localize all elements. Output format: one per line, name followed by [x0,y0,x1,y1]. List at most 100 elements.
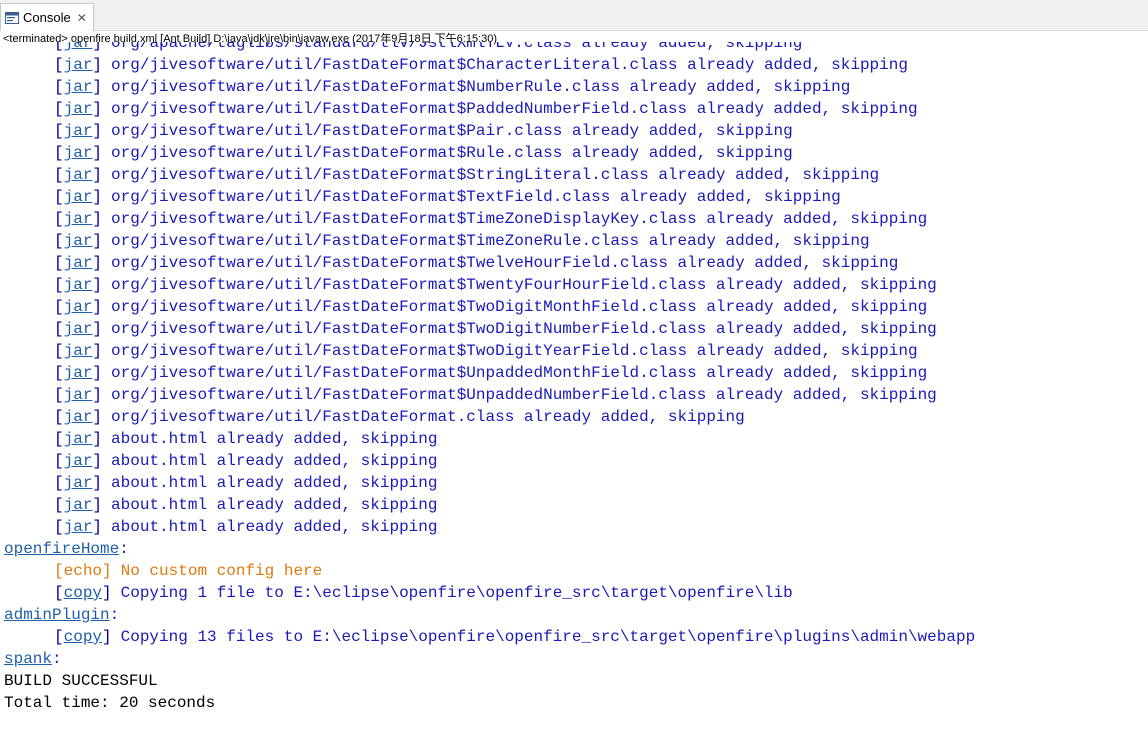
task-tag-link[interactable]: jar [64,210,93,228]
task-tag-link[interactable]: jar [64,496,93,514]
tab-console-label: Console [23,10,71,25]
task-message: about.html already added, skipping [111,452,438,470]
bracket-close: ] [92,78,103,96]
bracket-close: ] [92,42,103,52]
task-message: org/jivesoftware/util/FastDateFormat$Tim… [111,232,870,250]
bracket-open: [ [54,386,64,404]
bracket-open: [ [54,342,64,360]
bracket-open: [ [54,188,64,206]
task-message: org/jivesoftware/util/FastDateFormat$Twe… [111,254,899,272]
target-link[interactable]: spank [4,650,52,668]
bracket-close: ] [102,628,112,646]
console-line: adminPlugin: [0,604,1148,626]
console-line: [jar] about.html already added, skipping [0,450,1148,472]
task-tag-link[interactable]: jar [64,298,93,316]
target-link[interactable]: openfireHome [4,540,119,558]
bracket-close: ] [102,562,112,580]
bracket-close: ] [92,518,103,536]
console-icon [5,11,19,24]
task-tag-link[interactable]: jar [64,42,93,52]
task-tag-link[interactable]: copy [64,628,102,646]
task-tag-link[interactable]: jar [64,452,93,470]
task-tag-link[interactable]: jar [64,166,93,184]
bracket-close: ] [92,298,103,316]
target-link[interactable]: adminPlugin [4,606,110,624]
task-tag-link[interactable]: jar [64,364,93,382]
task-tag-link[interactable]: jar [64,276,93,294]
task-tag-link[interactable]: copy [64,584,102,602]
console-line: [jar] about.html already added, skipping [0,516,1148,538]
task-tag-link[interactable]: jar [64,386,93,404]
console-line: [jar] org/jivesoftware/util/FastDateForma… [0,208,1148,230]
task-message: org/jivesoftware/util/FastDateFormat$Twe… [111,276,937,294]
bracket-close: ] [92,188,103,206]
bracket-open: [ [54,518,64,536]
task-message: about.html already added, skipping [111,474,438,492]
bracket-close: ] [92,254,103,272]
task-tag-link[interactable]: jar [64,144,93,162]
task-message: org/apache/taglibs/standard/tlv/JstlXmlT… [111,42,803,52]
bracket-close: ] [92,144,103,162]
console-line: [jar] org/jivesoftware/util/FastDateForma… [0,274,1148,296]
console-line: [jar] org/jivesoftware/util/FastDateForma… [0,252,1148,274]
task-message: org/jivesoftware/util/FastDateFormat$Pad… [111,100,918,118]
bracket-open: [ [54,254,64,272]
bracket-close: ] [92,320,103,338]
console-line: Total time: 20 seconds [0,692,1148,714]
bracket-open: [ [54,78,64,96]
bracket-close: ] [92,452,103,470]
task-message: org/jivesoftware/util/FastDateFormat$Two… [111,320,937,338]
console-line: [echo] No custom config here [0,560,1148,582]
close-icon[interactable]: ✕ [77,11,87,25]
task-tag-link[interactable]: jar [64,122,93,140]
bracket-close: ] [92,122,103,140]
console-line: [jar] org/jivesoftware/util/FastDateForma… [0,296,1148,318]
bracket-open: [ [54,496,64,514]
task-tag-link[interactable]: jar [64,342,93,360]
task-message: about.html already added, skipping [111,496,438,514]
target-colon: : [109,606,120,624]
console-line: [jar] org/jivesoftware/util/FastDateForma… [0,76,1148,98]
console-line: BUILD SUCCESSFUL [0,670,1148,692]
build-result-text: BUILD SUCCESSFUL [4,672,158,690]
tab-console[interactable]: Console ✕ [0,3,94,31]
bracket-close: ] [92,56,103,74]
console-line: [copy] Copying 1 file to E:\eclipse\openf… [0,582,1148,604]
task-tag-link[interactable]: jar [64,518,93,536]
bracket-close: ] [92,408,103,426]
task-tag-link[interactable]: jar [64,188,93,206]
bracket-open: [ [54,210,64,228]
bracket-open: [ [54,628,64,646]
console-line: [jar] org/jivesoftware/util/FastDateForma… [0,120,1148,142]
bracket-close: ] [102,584,112,602]
task-message: org/jivesoftware/util/FastDateFormat$Rul… [111,144,793,162]
console-output[interactable]: [jar] org/apache/taglibs/standard/tlv/Jst… [0,42,1148,746]
console-line: [jar] about.html already added, skipping [0,494,1148,516]
bracket-open: [ [54,42,64,52]
console-line: [jar] org/jivesoftware/util/FastDateForma… [0,384,1148,406]
console-line: spank: [0,648,1148,670]
bracket-open: [ [54,122,64,140]
task-tag-link[interactable]: jar [64,56,93,74]
console-line: [jar] about.html already added, skipping [0,428,1148,450]
bracket-close: ] [92,166,103,184]
bracket-close: ] [92,210,103,228]
task-tag-link[interactable]: jar [64,474,93,492]
bracket-close: ] [92,276,103,294]
task-tag-link[interactable]: jar [64,232,93,250]
bracket-close: ] [92,386,103,404]
console-line: [jar] about.html already added, skipping [0,472,1148,494]
task-tag-link[interactable]: jar [64,430,93,448]
task-message: org/jivesoftware/util/FastDateFormat$Tim… [111,210,928,228]
task-tag-link[interactable]: jar [64,100,93,118]
console-line: [jar] org/jivesoftware/util/FastDateForma… [0,186,1148,208]
task-tag-link[interactable]: jar [64,78,93,96]
task-tag-link[interactable]: jar [64,320,93,338]
task-tag-link[interactable]: jar [64,254,93,272]
target-colon: : [119,540,129,558]
task-tag-link[interactable]: jar [64,408,93,426]
console-line: [jar] org/jivesoftware/util/FastDateForma… [0,54,1148,76]
task-message: org/jivesoftware/util/FastDateFormat$Str… [111,166,880,184]
bracket-open: [ [54,408,64,426]
bracket-close: ] [92,496,103,514]
